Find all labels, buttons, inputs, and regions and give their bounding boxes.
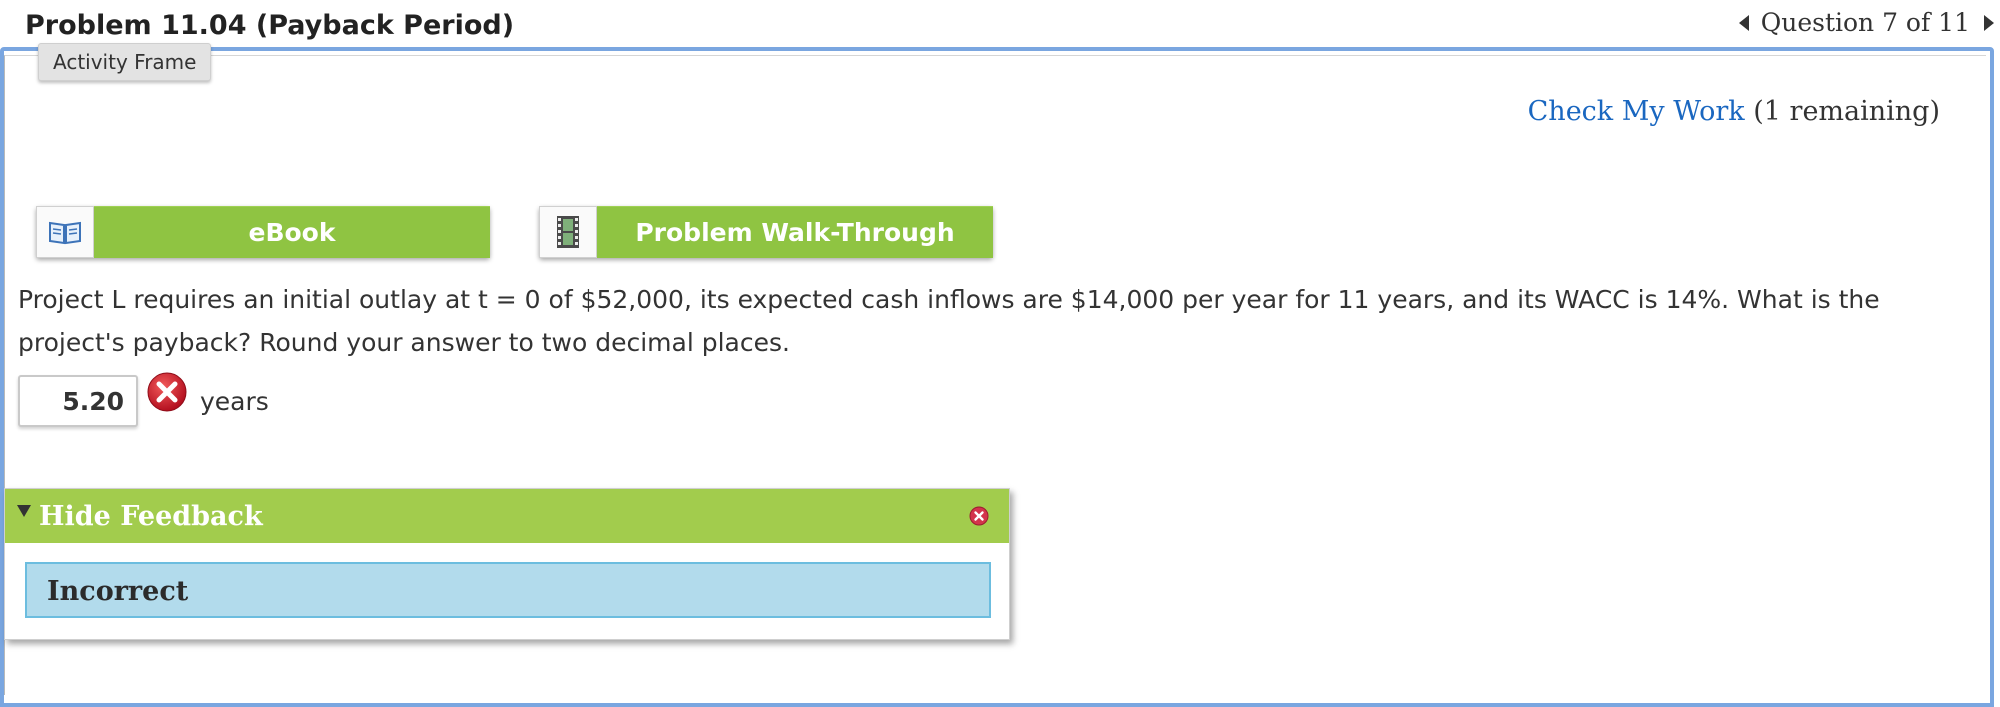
- check-my-work: Check My Work (1 remaining): [1528, 96, 1940, 127]
- answer-units: years: [200, 386, 269, 416]
- ebook-button[interactable]: eBook: [36, 206, 490, 258]
- feedback-panel: Hide Feedback Incorrect: [4, 488, 1010, 640]
- activity-frame-tooltip: Activity Frame: [38, 43, 212, 81]
- problem-walkthrough-button[interactable]: Problem Walk-Through: [539, 206, 993, 258]
- question-navigator: Question 7 of 11: [1738, 8, 1994, 37]
- feedback-status: Incorrect: [47, 576, 189, 607]
- answer-row: years: [18, 372, 269, 427]
- payback-answer-input[interactable]: [18, 375, 138, 427]
- hide-feedback-toggle[interactable]: Hide Feedback: [5, 489, 1009, 543]
- check-my-work-link[interactable]: Check My Work: [1528, 96, 1745, 127]
- incorrect-x-icon: [146, 371, 188, 417]
- problem-title: Problem 11.04 (Payback Period): [25, 10, 515, 41]
- question-counter: Question 7 of 11: [1760, 8, 1970, 37]
- film-icon: [539, 206, 597, 258]
- page-header: Problem 11.04 (Payback Period) Question …: [0, 0, 2000, 50]
- feedback-result-box: Incorrect: [25, 562, 991, 618]
- previous-question-icon[interactable]: [1738, 14, 1749, 31]
- problem-walkthrough-label: Problem Walk-Through: [597, 206, 993, 258]
- close-feedback-icon[interactable]: [969, 506, 989, 530]
- ebook-button-label: eBook: [94, 206, 490, 258]
- caret-down-icon: [17, 505, 31, 517]
- question-text: Project L requires an initial outlay at …: [18, 285, 1880, 357]
- book-icon: [36, 206, 94, 258]
- check-work-remaining: (1 remaining): [1753, 96, 1940, 127]
- next-question-icon[interactable]: [1984, 14, 1994, 31]
- hide-feedback-label: Hide Feedback: [39, 501, 263, 532]
